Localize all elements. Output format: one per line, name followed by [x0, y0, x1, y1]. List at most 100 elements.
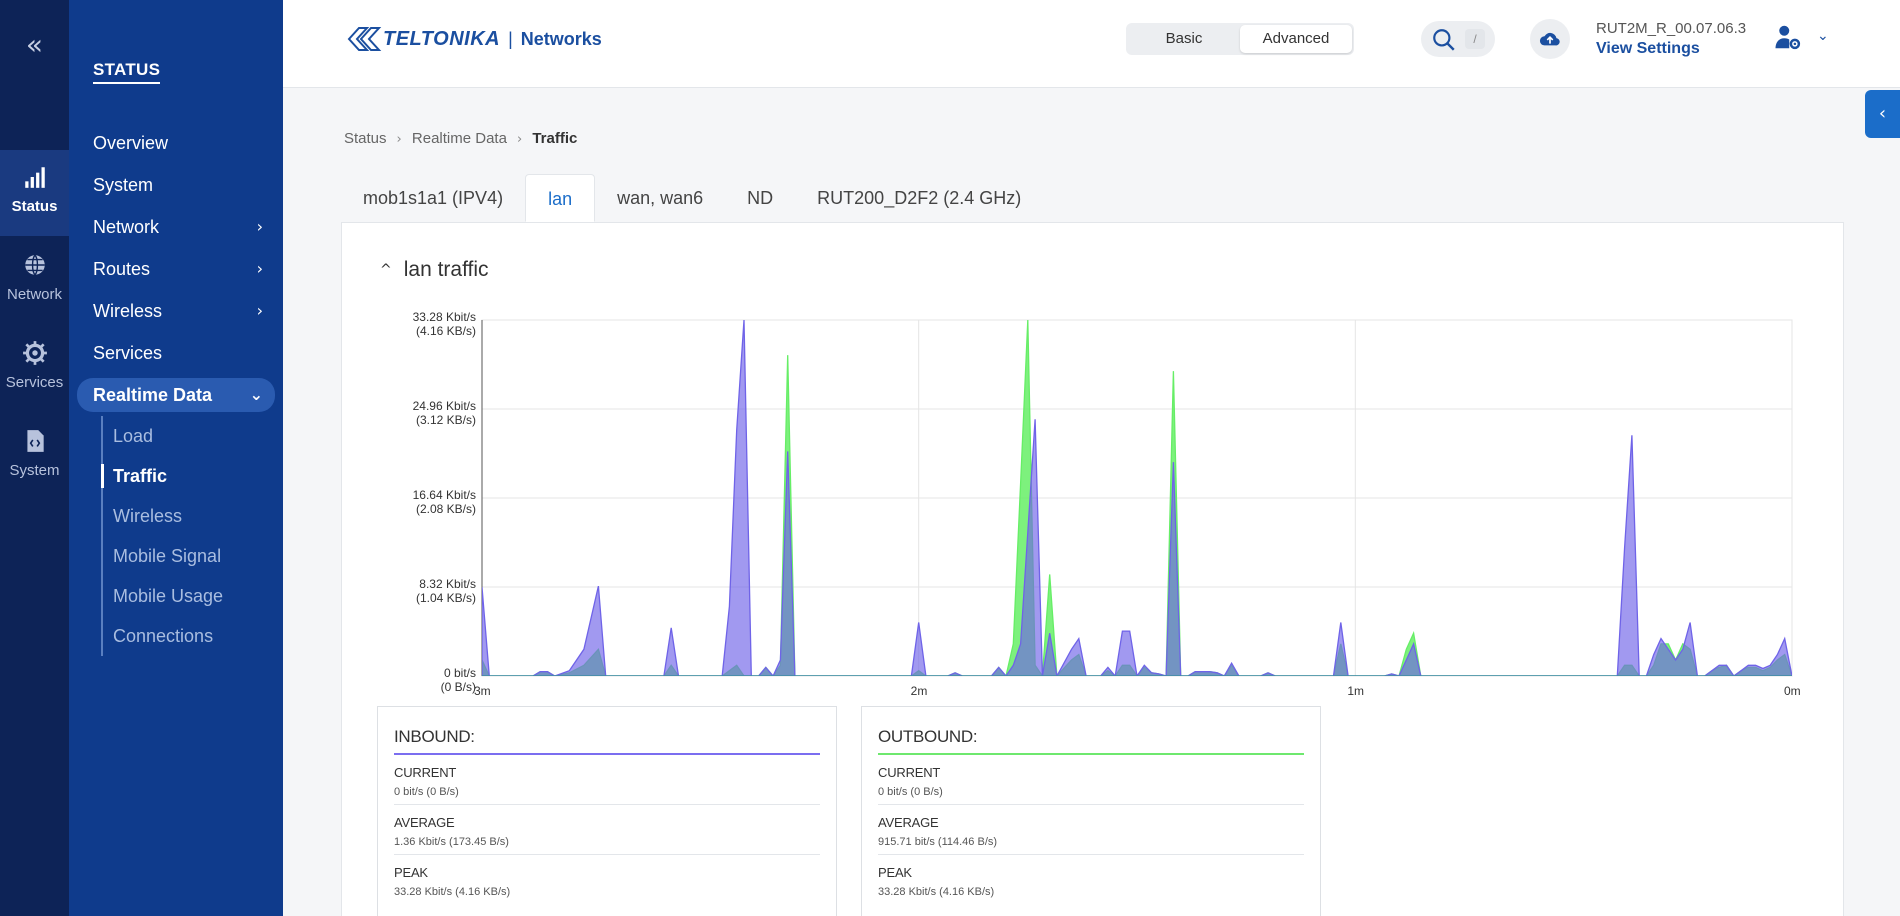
breadcrumb-item[interactable]: Status [344, 130, 387, 147]
rail-item-label: Services [5, 374, 64, 391]
y-tick-label: 8.32 Kbit/s (1.04 KB/s) [415, 577, 476, 605]
mode-switch: Basic Advanced [1126, 23, 1354, 55]
chevron-right-icon: › [256, 301, 263, 320]
rail-item-network[interactable]: Network [0, 238, 69, 324]
basic-mode-button[interactable]: Basic [1128, 25, 1240, 53]
menu-item-routes[interactable]: Routes › [77, 248, 275, 290]
inbound-peak-row: PEAK 33.28 Kbit/s (4.16 KB/s) [394, 855, 820, 904]
menu-item-label: Wireless [93, 301, 163, 321]
inbound-title: INBOUND: [394, 727, 820, 755]
inbound-peak-value: 33.28 Kbit/s (4.16 KB/s) [394, 886, 511, 898]
code-file-icon [0, 428, 69, 462]
submenu-item-mobile-usage[interactable]: Mobile Usage [103, 576, 275, 616]
submenu-item-connections[interactable]: Connections [103, 616, 275, 656]
signal-bars-icon [0, 164, 69, 198]
menu-item-overview[interactable]: Overview [77, 122, 275, 164]
x-tick-label: 0m [1784, 684, 1801, 698]
side-menu: STATUS Overview System Network › Routes › … [69, 0, 283, 916]
inbound-average-value: 1.36 Kbit/s (173.45 B/s) [394, 836, 509, 848]
outbound-title: OUTBOUND: [878, 727, 1304, 755]
advanced-mode-button[interactable]: Advanced [1240, 25, 1352, 53]
teltonika-mark-icon [347, 27, 382, 51]
icon-rail: « Status Network Services System [0, 0, 69, 916]
side-panel-toggle-icon[interactable]: ‹ [1865, 90, 1900, 138]
menu-list: Overview System Network › Routes › Wireles… [77, 122, 275, 656]
search-icon [1433, 29, 1455, 51]
menu-item-wireless[interactable]: Wireless › [77, 290, 275, 332]
breadcrumb-item[interactable]: Realtime Data [412, 130, 507, 147]
stat-label: CURRENT [878, 765, 941, 780]
tab-rut200-wifi[interactable]: RUT200_D2F2 (2.4 GHz) [795, 174, 1043, 222]
outbound-peak-value: 33.28 Kbit/s (4.16 KB/s) [878, 886, 995, 898]
y-tick-label: 16.64 Kbit/s (2.08 KB/s) [412, 488, 476, 516]
rail-item-label: Network [6, 286, 62, 303]
search-button[interactable]: / [1421, 21, 1495, 57]
rail-item-system[interactable]: System [0, 414, 69, 500]
breadcrumb: Status › Realtime Data › Traffic [344, 130, 581, 147]
breadcrumb-current: Traffic [532, 130, 578, 147]
logo-separator: | [508, 28, 513, 49]
y-tick-label: 24.96 Kbit/s (3.12 KB/s) [412, 399, 476, 427]
menu-item-label: System [93, 175, 154, 195]
inbound-average-row: AVERAGE 1.36 Kbit/s (173.45 B/s) [394, 805, 820, 855]
inbound-current-row: CURRENT 0 bit/s (0 B/s) [394, 755, 820, 805]
breadcrumb-separator-icon: › [396, 132, 402, 147]
tab-wan[interactable]: wan, wan6 [595, 174, 725, 222]
inbound-current-value: 0 bit/s (0 B/s) [394, 786, 459, 798]
menu-item-label: Realtime Data [93, 385, 213, 405]
outbound-average-row: AVERAGE 915.71 bit/s (114.46 B/s) [878, 805, 1304, 855]
user-gear-icon [1775, 25, 1801, 50]
x-tick-label: 1m [1347, 684, 1364, 698]
chevron-down-icon[interactable]: ⌄ [1817, 28, 1829, 44]
stat-label: PEAK [878, 865, 912, 880]
outbound-stats: OUTBOUND: CURRENT 0 bit/s (0 B/s) AVERAG… [861, 706, 1321, 916]
menu-item-label: Routes [93, 259, 151, 279]
y-tick-label: 0 bit/s (0 B/s) [440, 666, 476, 694]
submenu-item-traffic[interactable]: Traffic [101, 456, 275, 496]
search-shortcut-key: / [1465, 29, 1485, 49]
outbound-average-value: 915.71 bit/s (114.46 B/s) [878, 836, 998, 848]
traffic-chart-svg [481, 319, 1793, 677]
firmware-version: RUT2M_R_00.07.06.3 [1596, 20, 1747, 37]
user-settings-button[interactable] [1773, 22, 1807, 56]
chevron-down-icon: ⌄ [249, 385, 263, 404]
stat-label: CURRENT [394, 765, 457, 780]
tab-lan[interactable]: lan [525, 174, 596, 222]
stat-label: AVERAGE [878, 815, 939, 830]
tab-nd[interactable]: ND [725, 174, 795, 222]
logo-subtitle: Networks [520, 28, 602, 49]
breadcrumb-separator-icon: › [516, 132, 523, 147]
menu-item-realtime-data[interactable]: Realtime Data ⌄ [77, 378, 275, 412]
tab-mob1s1a1[interactable]: mob1s1a1 (IPV4) [341, 174, 525, 222]
card-title-text: lan traffic [403, 258, 489, 281]
realtime-submenu: Load Traffic Wireless Mobile Signal Mobi… [101, 416, 275, 656]
menu-item-network[interactable]: Network › [77, 206, 275, 248]
outbound-current-row: CURRENT 0 bit/s (0 B/s) [878, 755, 1304, 805]
logo-brand: TELTONIKA [383, 27, 501, 50]
rail-item-status[interactable]: Status [0, 150, 69, 236]
rail-item-services[interactable]: Services [0, 326, 69, 412]
view-settings-link[interactable]: View Settings [1596, 40, 1700, 58]
menu-item-label: Network [93, 217, 160, 237]
menu-title: STATUS [93, 60, 161, 84]
outbound-current-value: 0 bit/s (0 B/s) [878, 786, 943, 798]
interface-tabs: mob1s1a1 (IPV4) lan wan, wan6 ND RUT200_… [341, 174, 1043, 222]
y-tick-label: 33.28 Kbit/s (4.16 KB/s) [412, 310, 476, 338]
submenu-item-wireless[interactable]: Wireless [103, 496, 275, 536]
chevron-right-icon: › [256, 259, 263, 278]
collapse-caret-icon[interactable]: ^ [380, 262, 392, 278]
outbound-peak-row: PEAK 33.28 Kbit/s (4.16 KB/s) [878, 855, 1304, 904]
menu-item-services[interactable]: Services [77, 332, 275, 374]
chevron-right-icon: › [256, 217, 263, 236]
traffic-chart: 33.28 Kbit/s (4.16 KB/s) 24.96 Kbit/s (3.12… [370, 300, 1810, 700]
teltonika-logo[interactable]: TELTONIKA | Networks [347, 24, 602, 54]
gear-icon [0, 340, 69, 374]
cloud-upload-button[interactable] [1530, 19, 1570, 59]
submenu-item-mobile-signal[interactable]: Mobile Signal [103, 536, 275, 576]
rail-item-label: System [9, 462, 60, 479]
collapse-menu-icon[interactable]: « [0, 28, 69, 61]
menu-item-system[interactable]: System [77, 164, 275, 206]
submenu-item-load[interactable]: Load [103, 416, 275, 456]
x-tick-label: 2m [910, 684, 928, 698]
x-tick-label: 3m [474, 684, 491, 698]
